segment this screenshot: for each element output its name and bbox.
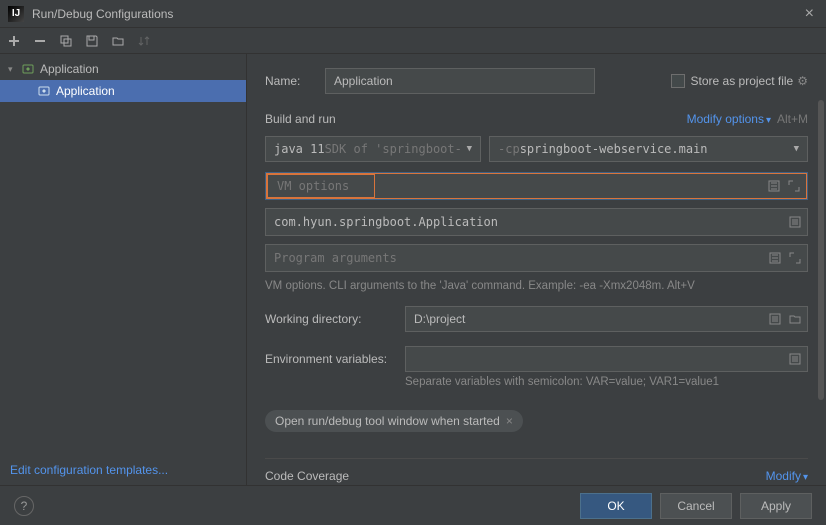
toolbar bbox=[0, 28, 826, 54]
code-coverage-title: Code Coverage bbox=[265, 469, 349, 483]
config-tree: ▾ Application Application bbox=[0, 54, 246, 455]
expand-icon[interactable] bbox=[766, 180, 782, 192]
folder-icon[interactable] bbox=[110, 33, 126, 49]
chevron-down-icon: ▾ bbox=[8, 64, 20, 75]
vm-options-hint: VM options. CLI arguments to the 'Java' … bbox=[265, 280, 808, 292]
chevron-down-icon: ▾ bbox=[766, 115, 771, 126]
env-variables-input[interactable] bbox=[405, 346, 808, 372]
open-tool-window-tag[interactable]: Open run/debug tool window when started … bbox=[265, 410, 523, 432]
code-coverage-modify-link[interactable]: Modify▾ bbox=[766, 469, 808, 483]
enlarge-icon[interactable] bbox=[787, 252, 803, 264]
list-icon[interactable] bbox=[767, 313, 783, 325]
titlebar: IJ Run/Debug Configurations × bbox=[0, 0, 826, 28]
chevron-down-icon: ▾ bbox=[803, 472, 808, 483]
tree-item-application[interactable]: Application bbox=[0, 80, 246, 102]
ok-button[interactable]: OK bbox=[580, 493, 652, 519]
store-project-file-label: Store as project file bbox=[691, 74, 794, 88]
edit-templates-link[interactable]: Edit configuration templates... bbox=[0, 455, 246, 485]
sidebar: ▾ Application Application Edit configura… bbox=[0, 54, 247, 485]
chevron-down-icon: ▼ bbox=[794, 144, 799, 154]
program-arguments-input[interactable]: Program arguments bbox=[265, 244, 808, 272]
working-directory-input[interactable]: D:\project bbox=[405, 306, 808, 332]
list-icon[interactable] bbox=[787, 216, 803, 228]
help-button[interactable]: ? bbox=[14, 496, 34, 516]
remove-icon[interactable] bbox=[32, 33, 48, 49]
remove-tag-icon[interactable]: × bbox=[506, 414, 513, 428]
copy-icon[interactable] bbox=[58, 33, 74, 49]
chevron-down-icon: ▼ bbox=[467, 144, 472, 154]
main-class-input[interactable]: com.hyun.springboot.Application bbox=[265, 208, 808, 236]
classpath-dropdown[interactable]: -cp springboot-webservice.main ▼ bbox=[489, 136, 808, 162]
cancel-button[interactable]: Cancel bbox=[660, 493, 732, 519]
intellij-icon: IJ bbox=[8, 6, 24, 22]
tree-group-label: Application bbox=[40, 62, 99, 76]
content-panel: Name: Store as project file ⚙ Build and … bbox=[247, 54, 826, 485]
scrollbar[interactable] bbox=[818, 100, 824, 400]
apply-button[interactable]: Apply bbox=[740, 493, 812, 519]
working-directory-label: Working directory: bbox=[265, 312, 405, 326]
name-input[interactable] bbox=[325, 68, 595, 94]
vm-options-input[interactable]: VM options bbox=[265, 172, 808, 200]
browse-folder-icon[interactable] bbox=[787, 313, 803, 325]
enlarge-icon[interactable] bbox=[786, 180, 802, 192]
env-variables-label: Environment variables: bbox=[265, 352, 405, 366]
application-group-icon bbox=[20, 61, 36, 77]
application-item-icon bbox=[36, 83, 52, 99]
add-icon[interactable] bbox=[6, 33, 22, 49]
tree-item-label: Application bbox=[56, 84, 115, 98]
jdk-dropdown[interactable]: java 11 SDK of 'springboot- ▼ bbox=[265, 136, 481, 162]
modify-options-link[interactable]: Modify options▾ bbox=[687, 112, 771, 126]
sort-icon[interactable] bbox=[136, 33, 152, 49]
expand-icon[interactable] bbox=[767, 252, 783, 264]
store-project-file-checkbox[interactable] bbox=[671, 74, 685, 88]
list-icon[interactable] bbox=[787, 353, 803, 365]
close-icon[interactable]: × bbox=[801, 5, 818, 23]
name-label: Name: bbox=[265, 74, 315, 88]
dialog-title: Run/Debug Configurations bbox=[32, 7, 801, 21]
modify-options-shortcut: Alt+M bbox=[777, 112, 808, 126]
tree-group-application[interactable]: ▾ Application bbox=[0, 58, 246, 80]
build-run-title: Build and run bbox=[265, 112, 687, 126]
footer: ? OK Cancel Apply bbox=[0, 485, 826, 525]
env-hint: Separate variables with semicolon: VAR=v… bbox=[405, 376, 808, 388]
gear-icon[interactable]: ⚙ bbox=[797, 74, 808, 88]
save-icon[interactable] bbox=[84, 33, 100, 49]
